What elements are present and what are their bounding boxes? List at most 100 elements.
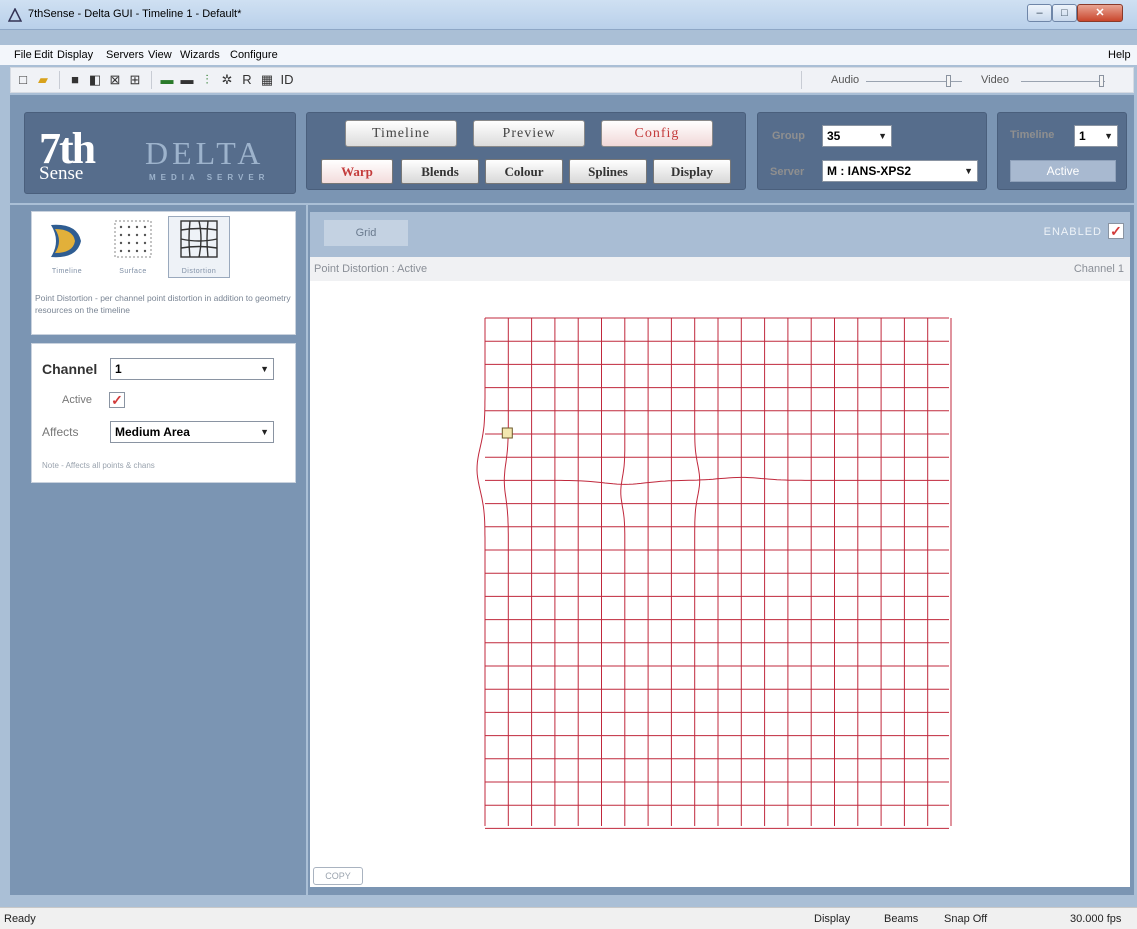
mode-timeline-button[interactable]: Timeline (345, 120, 457, 147)
distortion-status: Point Distortion : Active (314, 263, 428, 275)
menu-view[interactable]: View (148, 49, 172, 61)
channel-select[interactable]: 1 ▼ (110, 358, 274, 380)
timeline-icon (51, 224, 81, 258)
timeline-label: Timeline (1010, 129, 1055, 141)
affects-value: Medium Area (115, 425, 190, 439)
distortion-status-line: Point Distortion : Active Channel 1 (310, 257, 1130, 281)
r-icon[interactable]: R (239, 72, 255, 88)
tab-grid[interactable]: Grid (324, 220, 408, 246)
distortion-icon (180, 220, 218, 258)
resource-selector: Timeline Surface Distortion Point Distor… (31, 211, 296, 335)
channel-form: Channel 1 ▼ Active ✓ Affects Medium Area… (31, 343, 296, 483)
status-ready: Ready (4, 913, 36, 925)
tile-distortion[interactable]: Distortion (168, 216, 230, 278)
maximize-button[interactable]: □ (1052, 4, 1077, 22)
chevron-down-icon: ▼ (260, 364, 269, 374)
main-header: Grid ENABLED ✓ (310, 212, 1130, 257)
display-icon[interactable]: ▬ (179, 72, 195, 88)
affects-select[interactable]: Medium Area ▼ (110, 421, 274, 443)
grid-lines (476, 317, 952, 829)
grid-select-icon[interactable]: ⊠ (107, 72, 123, 88)
chevron-down-icon: ▼ (1104, 131, 1113, 141)
status-fps: 30.000 fps (1070, 913, 1122, 925)
resource-description: Point Distortion - per channel point dis… (35, 293, 291, 315)
logo-media-server: MEDIA SERVER (149, 173, 270, 182)
active-label: Active (62, 394, 92, 406)
enabled-checkbox[interactable]: ✓ (1108, 223, 1124, 239)
group-select[interactable]: 35 ▼ (822, 125, 892, 147)
minimize-button[interactable]: – (1027, 4, 1052, 22)
window-title: 7thSense - Delta GUI - Timeline 1 - Defa… (28, 8, 242, 20)
menu-display[interactable]: Display (57, 49, 93, 61)
audio-slider-thumb[interactable] (945, 75, 951, 87)
warp-canvas[interactable]: COPY (310, 281, 1130, 887)
menu-edit[interactable]: Edit (34, 49, 53, 61)
table-icon[interactable]: ▦ (259, 72, 275, 88)
id-icon[interactable]: ID (279, 72, 295, 88)
timeline-panel: Timeline 1 ▼ Active (997, 112, 1127, 190)
chevron-down-icon: ▼ (878, 131, 887, 141)
sun-icon[interactable]: ✲ (219, 72, 235, 88)
toolbar-separator (801, 71, 802, 89)
copy-button[interactable]: COPY (313, 867, 363, 885)
tile-surface-caption: Surface (119, 268, 147, 275)
tab-display[interactable]: Display (653, 159, 731, 184)
grid-column-line (503, 318, 509, 826)
tile-distortion-caption: Distortion (181, 268, 217, 275)
timeline-select[interactable]: 1 ▼ (1074, 125, 1118, 147)
channel-value: 1 (115, 362, 122, 376)
toolbar-separator (151, 71, 152, 89)
video-label: Video (981, 74, 1009, 86)
app-window: 7thSense - Delta GUI - Timeline 1 - Defa… (0, 0, 1137, 929)
selected-control-point[interactable] (501, 427, 513, 439)
status-snap: Snap Off (944, 913, 988, 925)
new-file-icon[interactable]: □ (15, 72, 31, 88)
layout-icon[interactable]: ⊞ (127, 72, 143, 88)
mode-config-button[interactable]: Config (601, 120, 713, 147)
mode-preview-button[interactable]: Preview (473, 120, 585, 147)
levels-icon[interactable]: ⫶ (199, 72, 215, 88)
channel-label: Channel (42, 361, 98, 377)
toolbar-separator (59, 71, 60, 89)
video-slider-track[interactable] (1021, 81, 1105, 82)
grid-column-line (694, 318, 701, 826)
status-bar: Ready Display Beams Snap Off 30.000 fps (0, 907, 1137, 929)
toolbar: □ ▰ ■ ◧ ⊠ ⊞ ▬ ▬ ⫶ ✲ R ▦ ID Audio Video (10, 67, 1134, 93)
server-select[interactable]: M : IANS-XPS2 ▼ (822, 160, 978, 182)
timeline-status: Active (1010, 160, 1116, 182)
tab-blends[interactable]: Blends (401, 159, 479, 184)
menu-configure[interactable]: Configure (230, 49, 278, 61)
tile-timeline[interactable]: Timeline (36, 216, 98, 278)
audio-label: Audio (831, 74, 860, 86)
tab-splines[interactable]: Splines (569, 159, 647, 184)
status-beams: Beams (884, 913, 919, 925)
active-checkbox[interactable]: ✓ (109, 392, 125, 408)
tile-timeline-caption: Timeline (51, 268, 83, 275)
group-panel: Group 35 ▼ Server M : IANS-XPS2 ▼ (757, 112, 987, 190)
tile-surface[interactable]: Surface (102, 216, 164, 278)
menu-wizards[interactable]: Wizards (180, 49, 220, 61)
distortion-grid[interactable] (310, 281, 1130, 861)
menu-bar: File Edit Display Servers View Wizards C… (0, 45, 1137, 65)
affects-note: Note - Affects all points & chans (42, 461, 155, 470)
enabled-label: ENABLED (1043, 226, 1102, 238)
tab-colour[interactable]: Colour (485, 159, 563, 184)
video-slider-thumb[interactable] (1098, 75, 1104, 87)
menu-file[interactable]: File (14, 49, 32, 61)
brand-logo: 7th Sense DELTA MEDIA SERVER (24, 112, 296, 194)
monitor-icon[interactable]: ▬ (159, 72, 175, 88)
channel-indicator: Channel 1 (1073, 263, 1124, 275)
server-label: Server (770, 166, 805, 178)
grid-column-line (476, 318, 486, 826)
menu-help[interactable]: Help (1108, 49, 1131, 61)
title-bar: 7thSense - Delta GUI - Timeline 1 - Defa… (0, 0, 1137, 30)
properties-icon[interactable]: ◧ (87, 72, 103, 88)
logo-delta: DELTA (145, 135, 265, 171)
save-icon[interactable]: ■ (67, 72, 83, 88)
open-folder-icon[interactable]: ▰ (35, 72, 51, 88)
close-button[interactable]: ✕ (1077, 4, 1123, 22)
app-logo-icon (8, 8, 22, 22)
tab-warp[interactable]: Warp (321, 159, 393, 184)
menu-servers[interactable]: Servers (106, 49, 144, 61)
affects-label: Affects (42, 425, 79, 439)
